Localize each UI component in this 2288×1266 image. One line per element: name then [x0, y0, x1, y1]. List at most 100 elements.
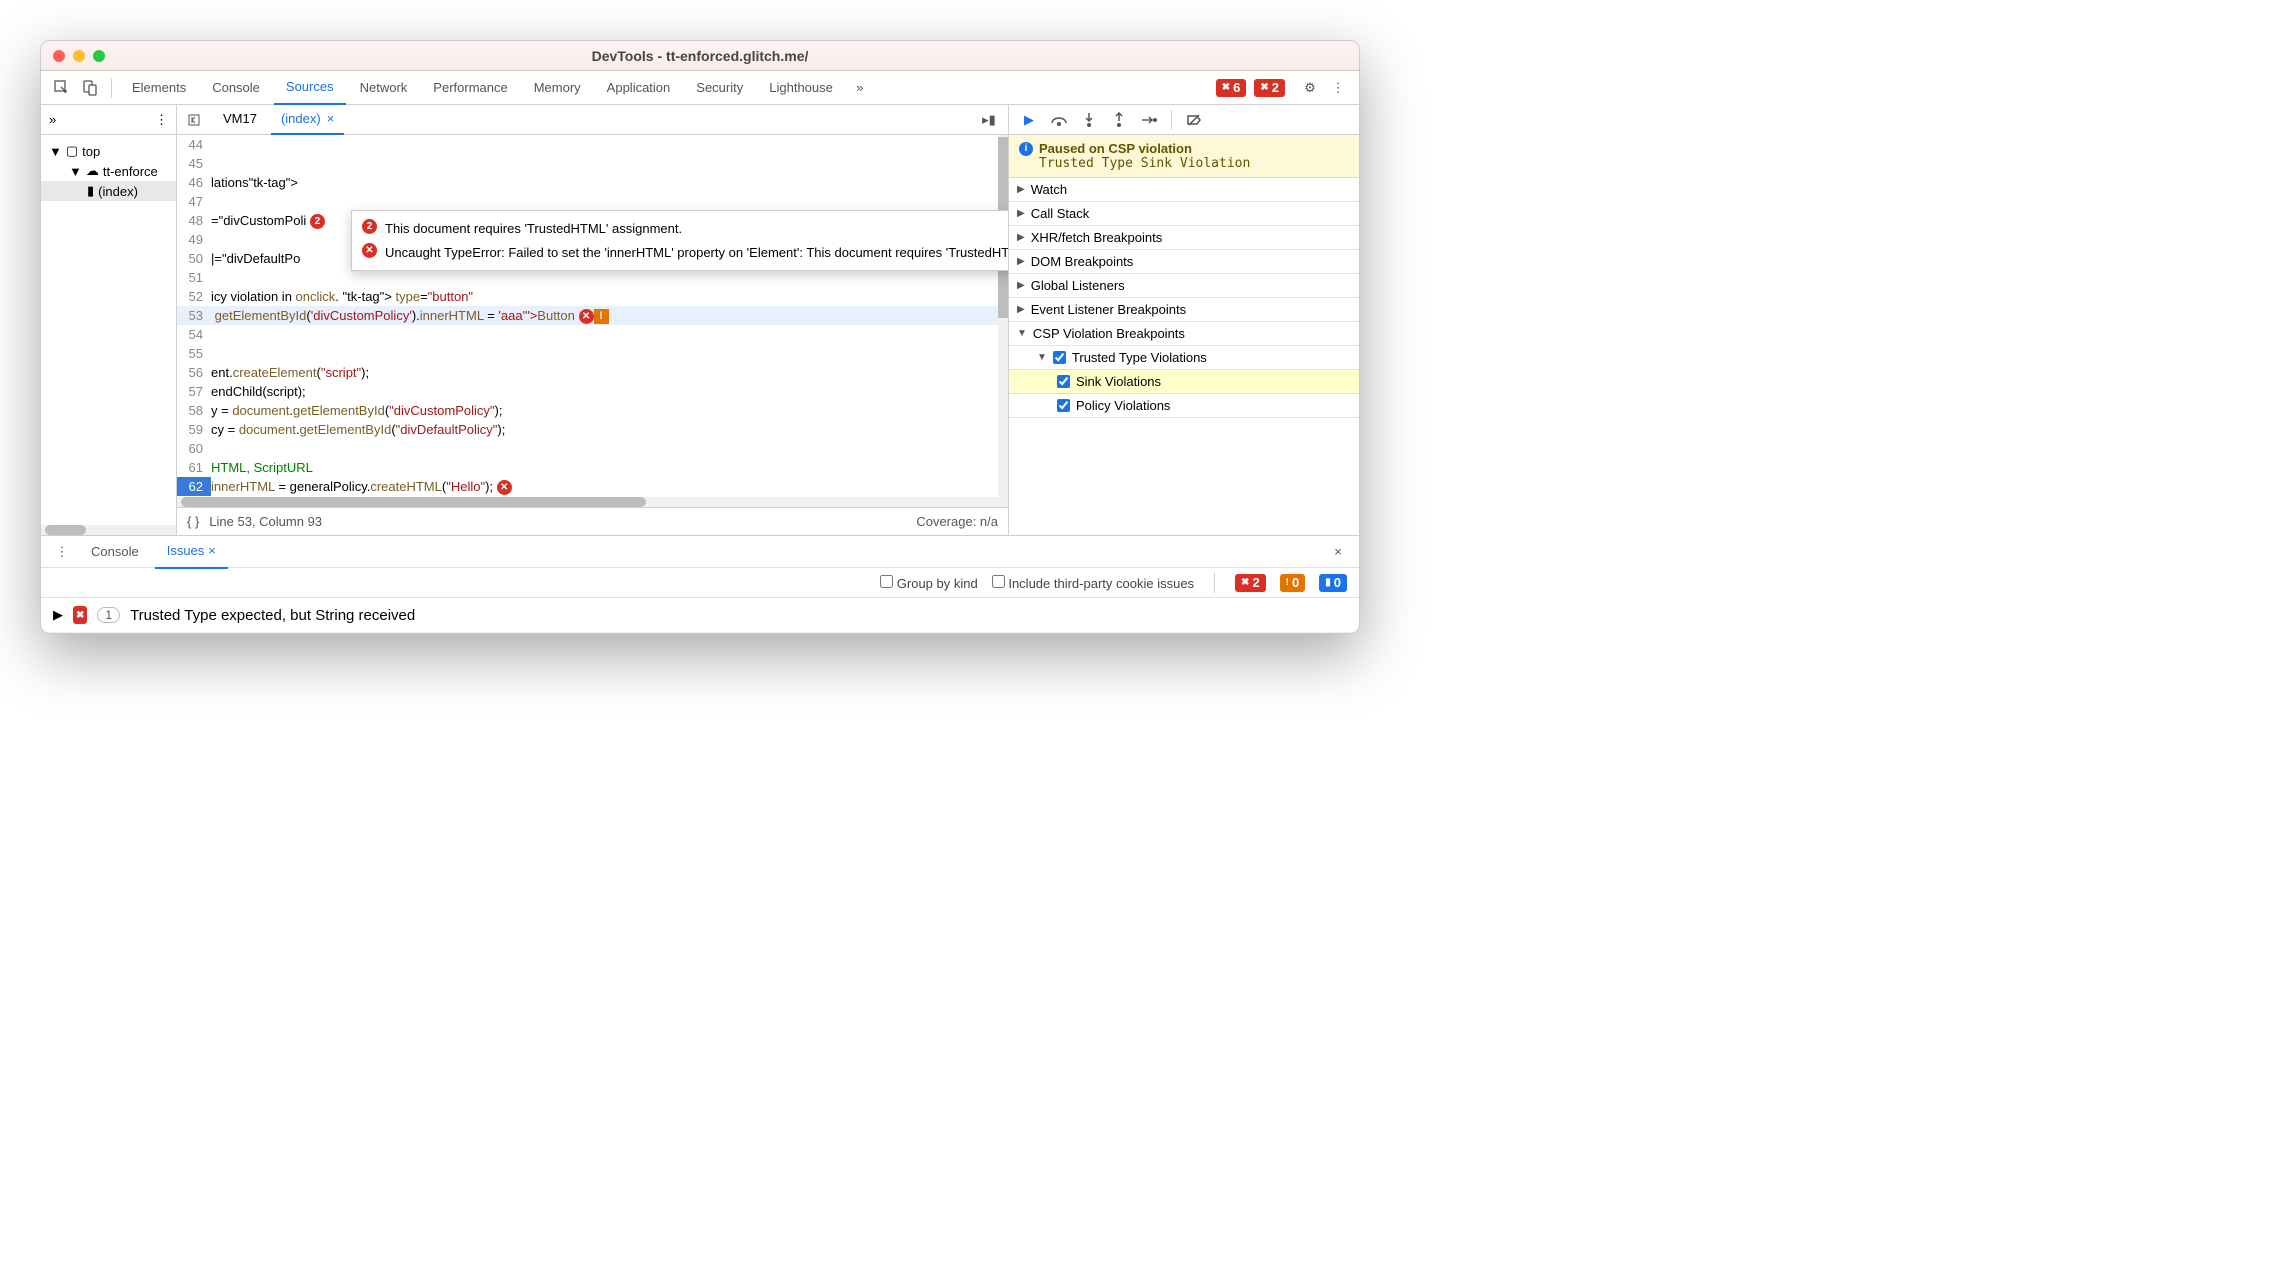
device-icon[interactable] — [77, 75, 103, 101]
drawer-tab-issues[interactable]: Issues × — [155, 535, 228, 569]
section-csp-label: CSP Violation Breakpoints — [1033, 326, 1185, 341]
tree-frame-label: tt-enforce — [103, 164, 158, 179]
close-drawer-tab-icon[interactable]: × — [208, 543, 216, 558]
navigator-pane: » ⋮ ▼▢top ▼☁tt-enforce ▮ (index) — [41, 105, 177, 535]
status-bar: { } Line 53, Column 93 Coverage: n/a — [177, 507, 1008, 535]
csp-sink-checkbox[interactable] — [1057, 375, 1070, 388]
cursor-pos: Line 53, Column 93 — [209, 514, 322, 529]
tree-top[interactable]: ▼▢top — [41, 141, 176, 161]
section-xhr[interactable]: ▶XHR/fetch Breakpoints — [1009, 226, 1359, 250]
tooltip-count-badge: 2 — [362, 219, 377, 234]
source-pane: VM17 (index)× ▸▮ 444546lations"tk-tag">4… — [177, 105, 1009, 535]
issues-info-badge: ▮0 — [1319, 574, 1347, 592]
section-watch[interactable]: ▶Watch — [1009, 178, 1359, 202]
close-tab-icon[interactable]: × — [327, 111, 335, 126]
src-tab-index[interactable]: (index)× — [271, 105, 344, 135]
section-event-label: Event Listener Breakpoints — [1031, 302, 1186, 317]
csp-tt-label: Trusted Type Violations — [1072, 350, 1207, 365]
nav-scrollbar[interactable] — [41, 525, 176, 535]
issues-info-count: 0 — [1334, 575, 1341, 590]
expand-icon[interactable]: ▶ — [53, 607, 63, 623]
drawer-tabs: ⋮ Console Issues × × — [41, 536, 1359, 568]
group-by-kind[interactable]: Group by kind — [880, 575, 978, 591]
csp-trusted-type[interactable]: ▼Trusted Type Violations — [1009, 346, 1359, 370]
csp-policy[interactable]: Policy Violations — [1009, 394, 1359, 418]
coverage-status: Coverage: n/a — [916, 514, 998, 529]
file-tree: ▼▢top ▼☁tt-enforce ▮ (index) — [41, 135, 176, 207]
section-global[interactable]: ▶Global Listeners — [1009, 274, 1359, 298]
drawer-kebab-icon[interactable]: ⋮ — [49, 539, 75, 565]
kebab-icon[interactable]: ⋮ — [1325, 75, 1351, 101]
issue-error-icon: ✖ — [73, 606, 87, 624]
tab-performance[interactable]: Performance — [421, 71, 519, 105]
third-party-toggle[interactable]: Include third-party cookie issues — [992, 575, 1194, 591]
tab-network[interactable]: Network — [348, 71, 420, 105]
source-tabs: VM17 (index)× ▸▮ — [177, 105, 1008, 135]
section-event[interactable]: ▶Event Listener Breakpoints — [1009, 298, 1359, 322]
step-icon[interactable] — [1135, 107, 1163, 133]
issues-filter-bar: Group by kind Include third-party cookie… — [41, 568, 1359, 598]
group-checkbox[interactable] — [880, 575, 893, 588]
devtools-window: DevTools - tt-enforced.glitch.me/ Elemen… — [40, 40, 1360, 634]
csp-policy-label: Policy Violations — [1076, 398, 1170, 413]
src-tab-vm17[interactable]: VM17 — [213, 105, 267, 135]
third-label: Include third-party cookie issues — [1008, 576, 1194, 591]
tab-console[interactable]: Console — [200, 71, 272, 105]
code-editor[interactable]: 444546lations"tk-tag">4748="divCustomPol… — [177, 135, 1008, 497]
issue-title: Trusted Type expected, but String receiv… — [130, 607, 415, 624]
tab-elements[interactable]: Elements — [120, 71, 198, 105]
nav-kebab-icon[interactable]: ⋮ — [155, 112, 168, 128]
warn-count: 2 — [1272, 80, 1279, 95]
tab-sources[interactable]: Sources — [274, 71, 346, 105]
tree-frame[interactable]: ▼☁tt-enforce — [41, 161, 176, 181]
tab-security[interactable]: Security — [684, 71, 755, 105]
issues-err-badge: ✖2 — [1235, 574, 1266, 592]
run-snippet-icon[interactable]: ▸▮ — [976, 107, 1002, 133]
paused-message: iPaused on CSP violation Trusted Type Si… — [1009, 135, 1359, 178]
inspect-icon[interactable] — [49, 75, 75, 101]
debugger-toolbar: ▶ — [1009, 105, 1359, 135]
settings-icon[interactable]: ⚙ — [1297, 75, 1323, 101]
drawer-tab-console[interactable]: Console — [79, 535, 151, 569]
section-callstack-label: Call Stack — [1031, 206, 1090, 221]
code-v-scrollbar[interactable] — [998, 135, 1008, 497]
csp-policy-checkbox[interactable] — [1057, 399, 1070, 412]
tab-lighthouse[interactable]: Lighthouse — [757, 71, 845, 105]
tree-file-label: (index) — [98, 184, 138, 199]
tooltip-error-icon: ✕ — [362, 243, 377, 258]
third-checkbox[interactable] — [992, 575, 1005, 588]
tree-top-label: top — [82, 144, 100, 159]
issue-count-badge[interactable]: ✖2 — [1254, 79, 1285, 97]
error-count: 6 — [1233, 80, 1240, 95]
resume-icon[interactable]: ▶ — [1015, 107, 1043, 133]
step-into-icon[interactable] — [1075, 107, 1103, 133]
code-h-scrollbar[interactable] — [177, 497, 1008, 507]
issue-count-chip: 1 — [97, 607, 120, 623]
csp-tt-checkbox[interactable] — [1053, 351, 1066, 364]
paused-title: Paused on CSP violation — [1039, 141, 1192, 156]
section-csp[interactable]: ▼CSP Violation Breakpoints — [1009, 322, 1359, 346]
file-icon: ▮ — [87, 183, 94, 199]
drawer: ⋮ Console Issues × × Group by kind Inclu… — [41, 535, 1359, 633]
issues-err-count: 2 — [1252, 575, 1259, 590]
nav-more-icon[interactable]: » — [49, 112, 56, 127]
section-callstack[interactable]: ▶Call Stack — [1009, 202, 1359, 226]
deactivate-bp-icon[interactable] — [1180, 107, 1208, 133]
nav-history-icon[interactable] — [183, 107, 209, 133]
section-watch-label: Watch — [1031, 182, 1067, 197]
more-tabs-icon[interactable]: » — [847, 75, 873, 101]
issue-row[interactable]: ▶ ✖ 1 Trusted Type expected, but String … — [41, 598, 1359, 633]
section-dom-label: DOM Breakpoints — [1031, 254, 1134, 269]
csp-sink[interactable]: Sink Violations — [1009, 370, 1359, 394]
step-out-icon[interactable] — [1105, 107, 1133, 133]
section-dom[interactable]: ▶DOM Breakpoints — [1009, 250, 1359, 274]
close-drawer-icon[interactable]: × — [1325, 539, 1351, 565]
error-count-badge[interactable]: ✖6 — [1216, 79, 1247, 97]
step-over-icon[interactable] — [1045, 107, 1073, 133]
issues-warn-badge: !0 — [1280, 574, 1306, 592]
pretty-print-icon[interactable]: { } — [187, 514, 199, 529]
tab-application[interactable]: Application — [595, 71, 683, 105]
src-tab-vm17-label: VM17 — [223, 111, 257, 126]
tab-memory[interactable]: Memory — [522, 71, 593, 105]
tree-file-index[interactable]: ▮ (index) — [41, 181, 176, 201]
